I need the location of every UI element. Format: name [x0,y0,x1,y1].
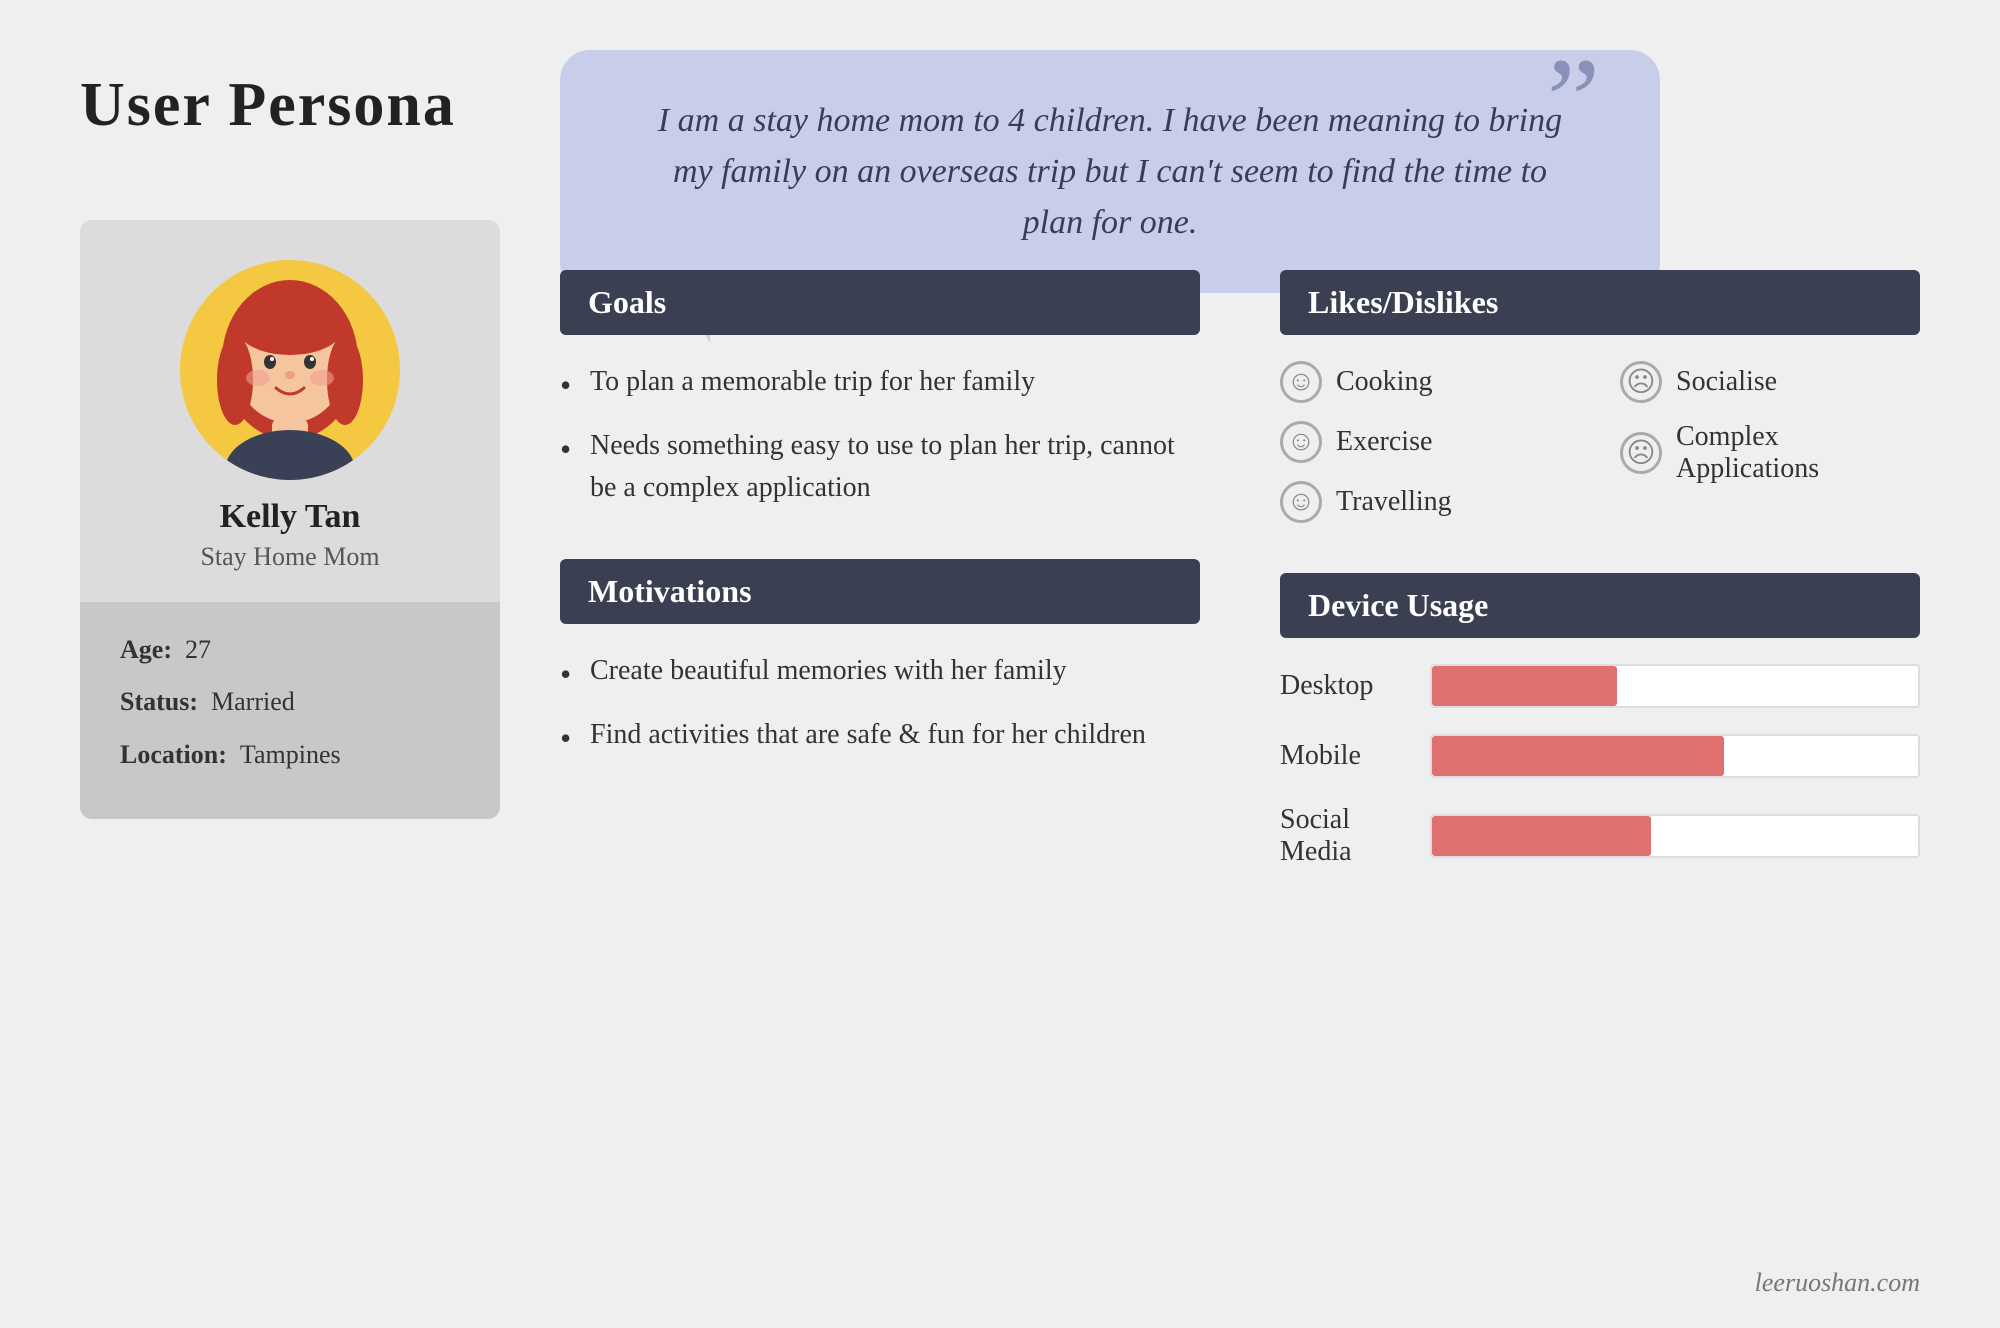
like-label: Travelling [1336,486,1452,518]
happy-icon [1280,421,1322,463]
footer-credit: leeruoshan.com [1755,1268,1920,1298]
device-row-social: SocialMedia [1280,804,1920,868]
dislike-label: Complex Applications [1676,421,1920,485]
device-label: Mobile [1280,740,1410,772]
goals-list: To plan a memorable trip for her family … [560,361,1200,509]
quote-mark: ” [1547,40,1600,160]
happy-icon [1280,481,1322,523]
device-label: Desktop [1280,670,1410,702]
likes-grid: Cooking Exercise Travelling Soci [1280,361,1920,523]
bar-container [1430,814,1920,858]
location-row: Location: Tampines [120,737,460,773]
bar-fill [1432,736,1724,776]
like-label: Cooking [1336,366,1432,398]
list-item: Needs something easy to use to plan her … [560,425,1200,509]
motivations-list: Create beautiful memories with her famil… [560,650,1200,756]
status-value: Married [211,687,295,716]
device-usage-header: Device Usage [1280,573,1920,638]
bar-fill [1432,666,1617,706]
quote-text: I am a stay home mom to 4 children. I ha… [640,95,1580,248]
location-value: Tampines [240,740,341,769]
profile-details: Age: 27 Status: Married Location: Tampin… [80,602,500,819]
location-label: Location: [120,740,227,769]
sad-icon [1620,361,1662,403]
avatar-circle [180,260,400,480]
status-label: Status: [120,687,198,716]
avatar-svg [190,270,390,480]
age-label: Age: [120,635,172,664]
like-item: Cooking [1280,361,1580,403]
bar-container [1430,734,1920,778]
quote-bubble: ” I am a stay home mom to 4 children. I … [560,50,1660,293]
status-row: Status: Married [120,684,460,720]
profile-top: Kelly Tan Stay Home Mom [80,220,500,592]
dislike-item: Socialise [1620,361,1920,403]
device-row-mobile: Mobile [1280,734,1920,778]
profile-role: Stay Home Mom [200,542,379,572]
age-row: Age: 27 [120,632,460,668]
dislikes-col: Socialise Complex Applications [1620,361,1920,523]
list-item: To plan a memorable trip for her family [560,361,1200,403]
profile-name: Kelly Tan [220,498,361,536]
bar-container [1430,664,1920,708]
bar-fill [1432,816,1651,856]
right-col: Likes/Dislikes Cooking Exercise Travelli… [1280,270,1920,1248]
main-content: Goals To plan a memorable trip for her f… [560,270,1920,1248]
happy-icon [1280,361,1322,403]
dislike-item: Complex Applications [1620,421,1920,485]
device-row-desktop: Desktop [1280,664,1920,708]
left-col: Goals To plan a memorable trip for her f… [560,270,1200,1248]
page-title: User Persona [80,70,456,141]
dislike-label: Socialise [1676,366,1777,398]
page-container: User Persona ” I am a stay home mom to 4… [0,0,2000,1328]
profile-card: Kelly Tan Stay Home Mom Age: 27 Status: … [80,220,500,819]
likes-col: Cooking Exercise Travelling [1280,361,1580,523]
device-label: SocialMedia [1280,804,1410,868]
like-label: Exercise [1336,426,1432,458]
likes-dislikes-header: Likes/Dislikes [1280,270,1920,335]
list-item: Find activities that are safe & fun for … [560,714,1200,756]
like-item: Travelling [1280,481,1580,523]
like-item: Exercise [1280,421,1580,463]
list-item: Create beautiful memories with her famil… [560,650,1200,692]
goals-header: Goals [560,270,1200,335]
age-value: 27 [185,635,211,664]
motivations-header: Motivations [560,559,1200,624]
sad-icon [1620,432,1662,474]
